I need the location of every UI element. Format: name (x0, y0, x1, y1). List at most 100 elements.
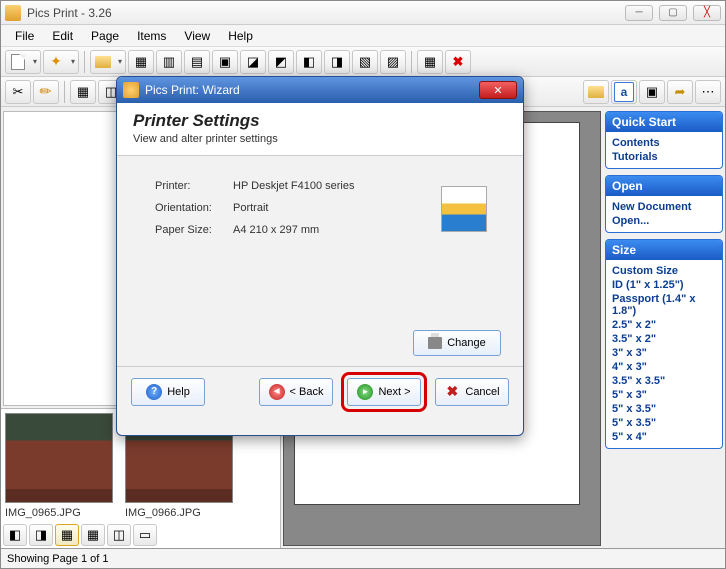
toolbar-main: ✦ ▦ ▥ ▤ ▣ ◪ ◩ ◧ ◨ ▧ ▨ ▦ ✖ (1, 47, 725, 77)
back-button[interactable]: ◄ < Back (259, 378, 333, 406)
wizard-footer: ? Help ◄ < Back Next > ✖ Cancel (117, 366, 523, 416)
delete-button[interactable]: ✖ (445, 50, 471, 74)
delete-icon: ✖ (453, 54, 464, 70)
back-label: < Back (290, 386, 324, 398)
link-open[interactable]: Open... (612, 214, 716, 228)
size-item[interactable]: 5" x 4" (612, 430, 716, 444)
tool-btn-6[interactable]: ◩ (268, 50, 294, 74)
thumbnail-image (5, 413, 113, 503)
wizard-subheading: View and alter printer settings (133, 133, 507, 145)
thumb-tool-2[interactable]: ◨ (29, 524, 53, 546)
wizard-app-icon (123, 82, 139, 98)
app-icon (5, 5, 21, 21)
panel-heading: Open (606, 176, 722, 196)
paper-preview-icon (441, 186, 487, 232)
tool-btn-9[interactable]: ▧ (352, 50, 378, 74)
help-button[interactable]: ? Help (131, 378, 205, 406)
tool-btn-2[interactable]: ▥ (156, 50, 182, 74)
text-a-icon: a (614, 82, 634, 102)
tool-btn-3[interactable]: ▤ (184, 50, 210, 74)
tool-btn-5[interactable]: ◪ (240, 50, 266, 74)
size-item[interactable]: 2.5" x 2" (612, 318, 716, 332)
size-item[interactable]: ID (1" x 1.25") (612, 278, 716, 292)
wizard-close-button[interactable]: ✕ (479, 81, 517, 99)
thumbnail-label: IMG_0965.JPG (5, 507, 115, 519)
folder-icon (95, 56, 111, 68)
tool-btn-4[interactable]: ▣ (212, 50, 238, 74)
size-item[interactable]: 3.5" x 3.5" (612, 374, 716, 388)
tool-btn-11[interactable]: ▦ (417, 50, 443, 74)
size-item[interactable]: Passport (1.4" x 1.8") (612, 292, 716, 318)
more-button[interactable]: ⋯ (695, 80, 721, 104)
size-item[interactable]: 5" x 3.5" (612, 416, 716, 430)
menu-file[interactable]: File (7, 27, 42, 45)
thumb-tool-5[interactable]: ◫ (107, 524, 131, 546)
thumbnail-toolbar: ◧ ◨ ▦ ▦ ◫ ▭ (3, 524, 157, 546)
menu-page[interactable]: Page (83, 27, 127, 45)
next-highlight: Next > (341, 372, 427, 412)
row-value: HP Deskjet F4100 series (233, 180, 354, 192)
link-new-document[interactable]: New Document (612, 200, 716, 214)
thumbnail-label: IMG_0966.JPG (125, 507, 235, 519)
wizard-button[interactable]: ✦ (43, 50, 79, 74)
next-button[interactable]: Next > (347, 378, 421, 406)
thumb-tool-4[interactable]: ▦ (81, 524, 105, 546)
cancel-icon: ✖ (444, 384, 460, 400)
maximize-button[interactable]: ▢ (659, 5, 687, 21)
grid-button[interactable]: ▦ (70, 80, 96, 104)
change-button[interactable]: Change (413, 330, 501, 356)
status-text: Showing Page 1 of 1 (7, 553, 109, 565)
size-item[interactable]: 5" x 3" (612, 388, 716, 402)
export-button[interactable]: ➦ (667, 80, 693, 104)
separator (64, 81, 65, 103)
cut-button[interactable]: ✂ (5, 80, 31, 104)
row-label: Orientation: (155, 202, 233, 214)
text-style-button[interactable]: a (611, 80, 637, 104)
menu-edit[interactable]: Edit (44, 27, 81, 45)
tool-btn-1[interactable]: ▦ (128, 50, 154, 74)
row-label: Printer: (155, 180, 233, 192)
size-list[interactable]: Custom Size ID (1" x 1.25") Passport (1.… (606, 260, 722, 448)
close-button[interactable]: ╳ (693, 5, 721, 21)
thumb-tool-3[interactable]: ▦ (55, 524, 79, 546)
panel-heading: Size (606, 240, 722, 260)
main-window: Pics Print - 3.26 ─ ▢ ╳ File Edit Page I… (0, 0, 726, 569)
wizard-dialog: Pics Print: Wizard ✕ Printer Settings Vi… (116, 76, 524, 436)
separator (84, 51, 85, 73)
size-item[interactable]: 4" x 3" (612, 360, 716, 374)
size-item[interactable]: 3" x 3" (612, 346, 716, 360)
change-label: Change (447, 337, 486, 349)
separator (411, 51, 412, 73)
open-folder-button[interactable] (583, 80, 609, 104)
menubar: File Edit Page Items View Help (1, 25, 725, 47)
edit-button[interactable]: ✎ (33, 80, 59, 104)
link-contents[interactable]: Contents (612, 136, 716, 150)
wizard-body: Printer: HP Deskjet F4100 series Orienta… (117, 156, 523, 366)
minimize-button[interactable]: ─ (625, 5, 653, 21)
cancel-button[interactable]: ✖ Cancel (435, 378, 509, 406)
statusbar: Showing Page 1 of 1 (1, 548, 725, 568)
open-button[interactable] (90, 50, 126, 74)
wizard-titlebar[interactable]: Pics Print: Wizard ✕ (117, 77, 523, 103)
row-label: Paper Size: (155, 224, 233, 236)
menu-help[interactable]: Help (220, 27, 261, 45)
menu-view[interactable]: View (176, 27, 218, 45)
tool-btn-7[interactable]: ◧ (296, 50, 322, 74)
frame-button[interactable]: ▣ (639, 80, 665, 104)
tool-btn-8[interactable]: ◨ (324, 50, 350, 74)
printer-icon (428, 337, 442, 349)
size-item[interactable]: Custom Size (612, 264, 716, 278)
row-value: A4 210 x 297 mm (233, 224, 319, 236)
thumb-tool-1[interactable]: ◧ (3, 524, 27, 546)
panel-size: Size Custom Size ID (1" x 1.25") Passpor… (605, 239, 723, 449)
help-label: Help (167, 386, 190, 398)
size-item[interactable]: 5" x 3.5" (612, 402, 716, 416)
titlebar: Pics Print - 3.26 ─ ▢ ╳ (1, 1, 725, 25)
window-title: Pics Print - 3.26 (27, 6, 625, 20)
thumb-tool-6[interactable]: ▭ (133, 524, 157, 546)
link-tutorials[interactable]: Tutorials (612, 150, 716, 164)
tool-btn-10[interactable]: ▨ (380, 50, 406, 74)
new-doc-button[interactable] (5, 50, 41, 74)
size-item[interactable]: 3.5" x 2" (612, 332, 716, 346)
menu-items[interactable]: Items (129, 27, 174, 45)
